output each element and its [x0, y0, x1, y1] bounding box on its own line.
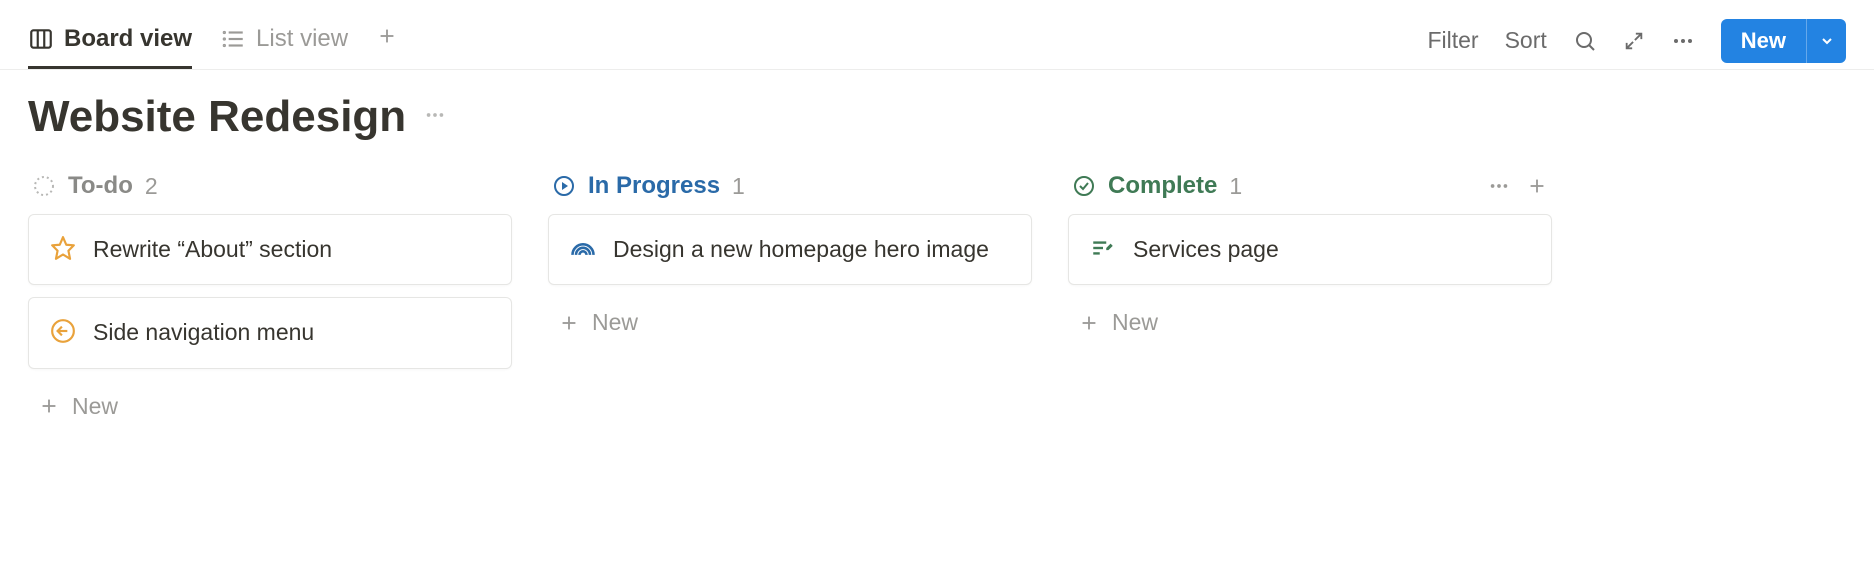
column-count: 1 [732, 173, 745, 200]
add-card-button[interactable]: New [548, 297, 1032, 348]
list-icon [220, 26, 246, 52]
rainbow-icon [569, 233, 597, 263]
star-icon [49, 233, 77, 261]
column-header[interactable]: Complete 1 [1068, 168, 1552, 214]
view-tabs: Board view List view [28, 12, 398, 69]
card[interactable]: Rewrite “About” section [28, 214, 512, 285]
add-card-label: New [72, 393, 118, 420]
card[interactable]: Design a new homepage hero image [548, 214, 1032, 285]
search-icon[interactable] [1573, 29, 1597, 53]
filter-button[interactable]: Filter [1427, 27, 1478, 54]
add-card-button[interactable]: New [28, 381, 512, 432]
card-title: Services page [1133, 233, 1279, 266]
add-card-label: New [592, 309, 638, 336]
column-name: In Progress [588, 172, 720, 200]
add-card-label: New [1112, 309, 1158, 336]
expand-icon[interactable] [1623, 30, 1645, 52]
top-bar: Board view List view Filter Sort New [0, 0, 1874, 70]
column-count: 1 [1229, 173, 1242, 200]
view-tab-label: Board view [64, 25, 192, 53]
new-button-dropdown[interactable] [1806, 19, 1846, 63]
edit-lines-icon [1089, 233, 1117, 261]
board: To-do 2 Rewrite “About” section Side nav… [0, 150, 1874, 450]
add-view-button[interactable] [376, 23, 398, 58]
view-tab-label: List view [256, 25, 348, 53]
arrow-circle-icon [49, 316, 77, 344]
column-add-icon[interactable] [1526, 175, 1548, 197]
new-button: New [1721, 19, 1846, 63]
column-name: Complete [1108, 172, 1217, 200]
view-tab-list[interactable]: List view [220, 12, 348, 69]
new-button-main[interactable]: New [1721, 19, 1806, 63]
board-icon [28, 26, 54, 52]
status-complete-icon [1072, 174, 1096, 198]
view-tab-board[interactable]: Board view [28, 12, 192, 69]
column-in-progress: In Progress 1 Design a new homepage hero… [548, 168, 1032, 432]
card[interactable]: Side navigation menu [28, 297, 512, 368]
column-todo: To-do 2 Rewrite “About” section Side nav… [28, 168, 512, 432]
card[interactable]: Services page [1068, 214, 1552, 285]
page-title-row: Website Redesign [0, 70, 1874, 150]
column-actions [1488, 175, 1548, 197]
column-complete: Complete 1 Services page New [1068, 168, 1552, 432]
column-count: 2 [145, 173, 158, 200]
status-todo-icon [32, 174, 56, 198]
top-right-controls: Filter Sort New [1427, 19, 1846, 63]
card-title: Design a new homepage hero image [613, 233, 989, 266]
column-header[interactable]: In Progress 1 [548, 168, 1032, 214]
column-header[interactable]: To-do 2 [28, 168, 512, 214]
sort-button[interactable]: Sort [1505, 27, 1547, 54]
card-title: Side navigation menu [93, 316, 314, 349]
page-title[interactable]: Website Redesign [28, 92, 406, 142]
more-icon[interactable] [1671, 29, 1695, 53]
column-name: To-do [68, 172, 133, 200]
card-title: Rewrite “About” section [93, 233, 332, 266]
add-card-button[interactable]: New [1068, 297, 1552, 348]
page-title-more-icon[interactable] [424, 104, 446, 131]
status-in-progress-icon [552, 174, 576, 198]
column-more-icon[interactable] [1488, 175, 1510, 197]
